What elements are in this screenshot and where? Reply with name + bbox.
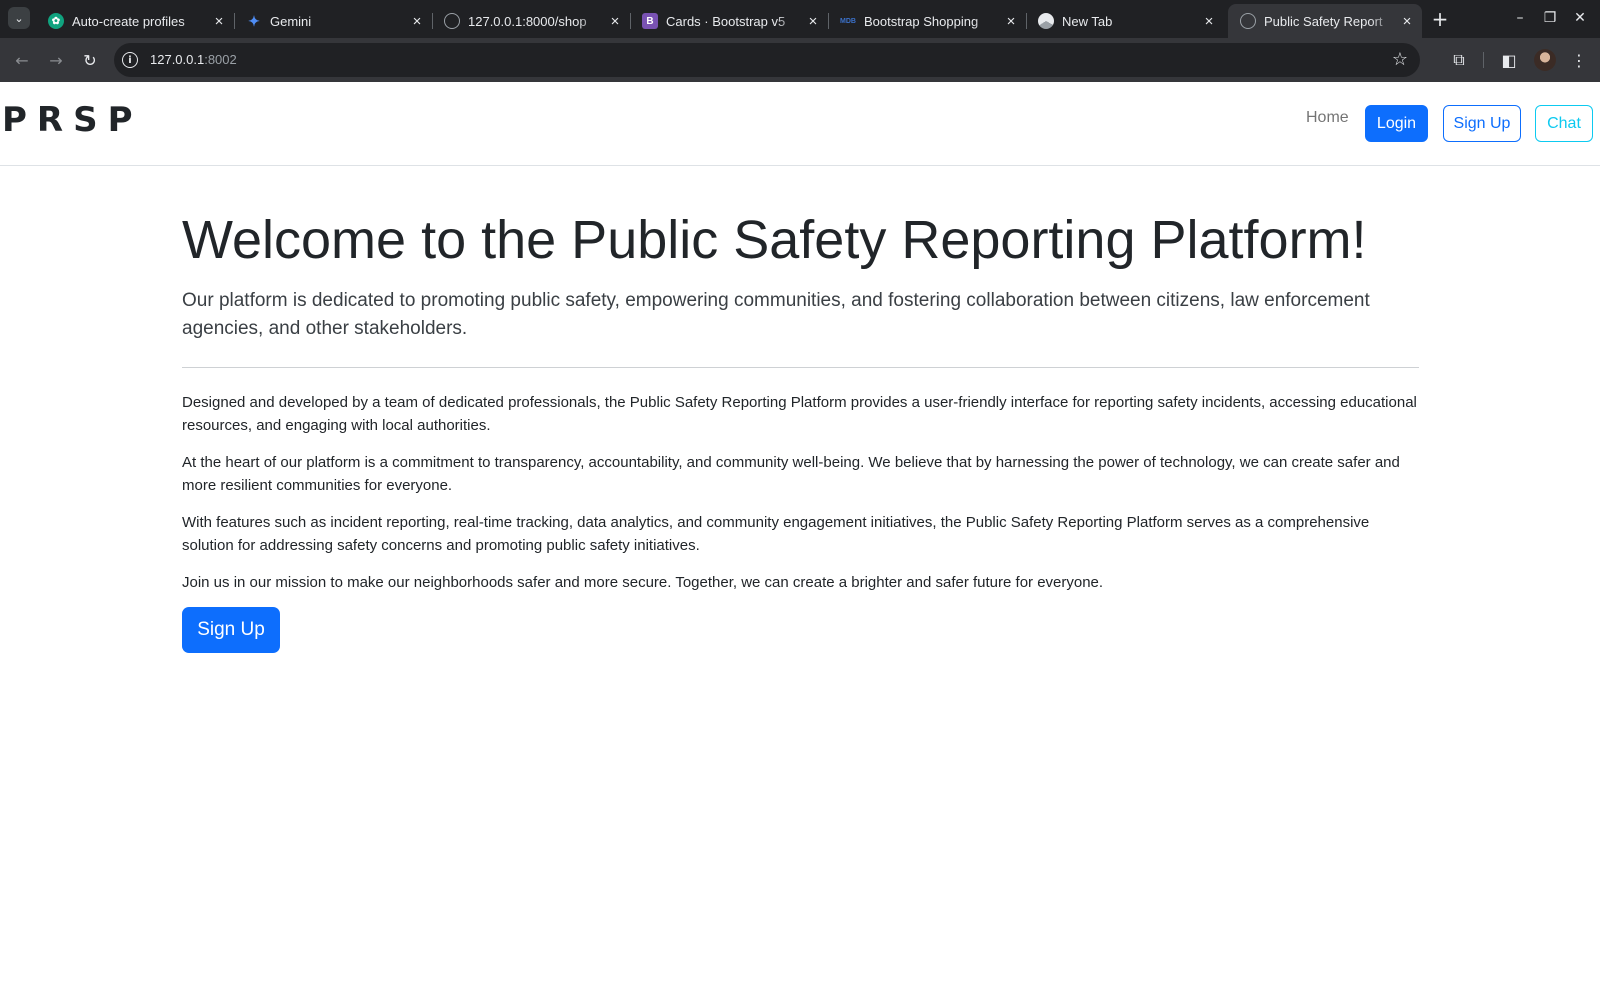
back-arrow-icon[interactable]: ← (10, 48, 34, 72)
features-paragraph: With features such as incident reporting… (182, 514, 1370, 554)
browser-tab-new-tab[interactable]: New Tab × (1026, 4, 1224, 38)
mdb-icon: MDB (840, 17, 856, 25)
chatgpt-icon: ✿ (48, 13, 64, 29)
site-info-icon[interactable]: i (122, 52, 138, 68)
more-menu-icon[interactable]: ⋮ (1567, 48, 1591, 72)
bookmark-star-icon[interactable]: ☆ (1392, 49, 1408, 70)
restore-icon[interactable]: ❐ (1536, 6, 1564, 30)
tab-title: Public Safety Report (1264, 13, 1383, 29)
browser-toolbar: ← → ↻ i 127.0.0.1:8002 ☆ ⧉ ◧ ⋮ (0, 38, 1600, 82)
hero-sign-up-button[interactable]: Sign Up (182, 607, 280, 653)
minimize-icon[interactable]: – (1506, 6, 1534, 30)
close-icon[interactable]: × (606, 12, 624, 30)
nav-link-home[interactable]: Home (1306, 109, 1349, 127)
address-url[interactable]: 127.0.0.1:8002 (150, 52, 237, 67)
close-icon[interactable]: × (1200, 12, 1218, 30)
close-icon[interactable]: × (1398, 12, 1416, 30)
close-icon[interactable]: × (210, 12, 228, 30)
extensions-puzzle-icon[interactable]: ⧉ (1447, 48, 1471, 72)
site-navbar: PRSP Home Login Sign Up Chat (0, 82, 1600, 166)
toolbar-divider (1483, 52, 1484, 68)
url-port: :8002 (204, 52, 237, 67)
tab-search-chevron-icon[interactable]: ⌄ (8, 7, 30, 29)
hero-section: Welcome to the Public Safety Reporting P… (182, 207, 1419, 653)
lead-text: Our platform is dedicated to promoting p… (182, 290, 1370, 339)
tab-title: New Tab (1062, 13, 1113, 29)
tab-title: Auto-create profiles (72, 13, 185, 29)
browser-tabstrip: ⌄ ✿ Auto-create profiles × ✦ Gemini × 12… (0, 0, 1600, 38)
mission-paragraph: At the heart of our platform is a commit… (182, 454, 1400, 494)
side-panel-icon[interactable]: ◧ (1497, 48, 1521, 72)
new-tab-plus-icon[interactable]: + (1428, 7, 1452, 31)
tab-title: 127.0.0.1:8000/shop (468, 13, 587, 29)
window-close-icon[interactable]: ✕ (1566, 6, 1594, 30)
address-bar[interactable]: i 127.0.0.1:8002 ☆ (114, 43, 1420, 77)
page-title: Welcome to the Public Safety Reporting P… (182, 210, 1367, 270)
browser-tab-gemini[interactable]: ✦ Gemini × (234, 4, 433, 38)
bootstrap-icon: B (642, 13, 658, 29)
login-button[interactable]: Login (1365, 105, 1428, 142)
close-icon[interactable]: × (804, 12, 822, 30)
forward-arrow-icon[interactable]: → (44, 48, 68, 72)
globe-icon (444, 13, 460, 29)
browser-tab-bootstrap-shopping[interactable]: MDB Bootstrap Shopping × (828, 4, 1027, 38)
site-brand-logo[interactable]: PRSP (2, 100, 143, 140)
tab-title: Bootstrap Shopping (864, 13, 979, 29)
join-paragraph: Join us in our mission to make our neigh… (182, 574, 1104, 591)
gemini-sparkle-icon: ✦ (248, 12, 260, 29)
browser-tab-auto-create-profiles[interactable]: ✿ Auto-create profiles × (36, 4, 235, 38)
nav-sign-up-button[interactable]: Sign Up (1443, 105, 1521, 142)
tab-title: Cards · Bootstrap v5 (666, 13, 786, 29)
tab-title: Gemini (270, 13, 312, 29)
profile-avatar[interactable] (1534, 49, 1556, 71)
url-host: 127.0.0.1 (150, 52, 205, 67)
close-icon[interactable]: × (1002, 12, 1020, 30)
section-divider (182, 367, 1419, 368)
web-page: PRSP Home Login Sign Up Chat Welcome to … (0, 82, 1600, 1000)
reload-icon[interactable]: ↻ (78, 48, 102, 72)
intro-paragraph: Designed and developed by a team of dedi… (182, 394, 1417, 434)
chat-button[interactable]: Chat (1535, 105, 1593, 142)
close-icon[interactable]: × (408, 12, 426, 30)
chrome-icon (1038, 13, 1054, 29)
globe-icon (1240, 13, 1256, 29)
browser-tab-public-safety-report[interactable]: Public Safety Report × (1228, 4, 1422, 38)
browser-tab-localhost-shop[interactable]: 127.0.0.1:8000/shop × (432, 4, 631, 38)
browser-tab-bootstrap-cards[interactable]: B Cards · Bootstrap v5 × (630, 4, 829, 38)
